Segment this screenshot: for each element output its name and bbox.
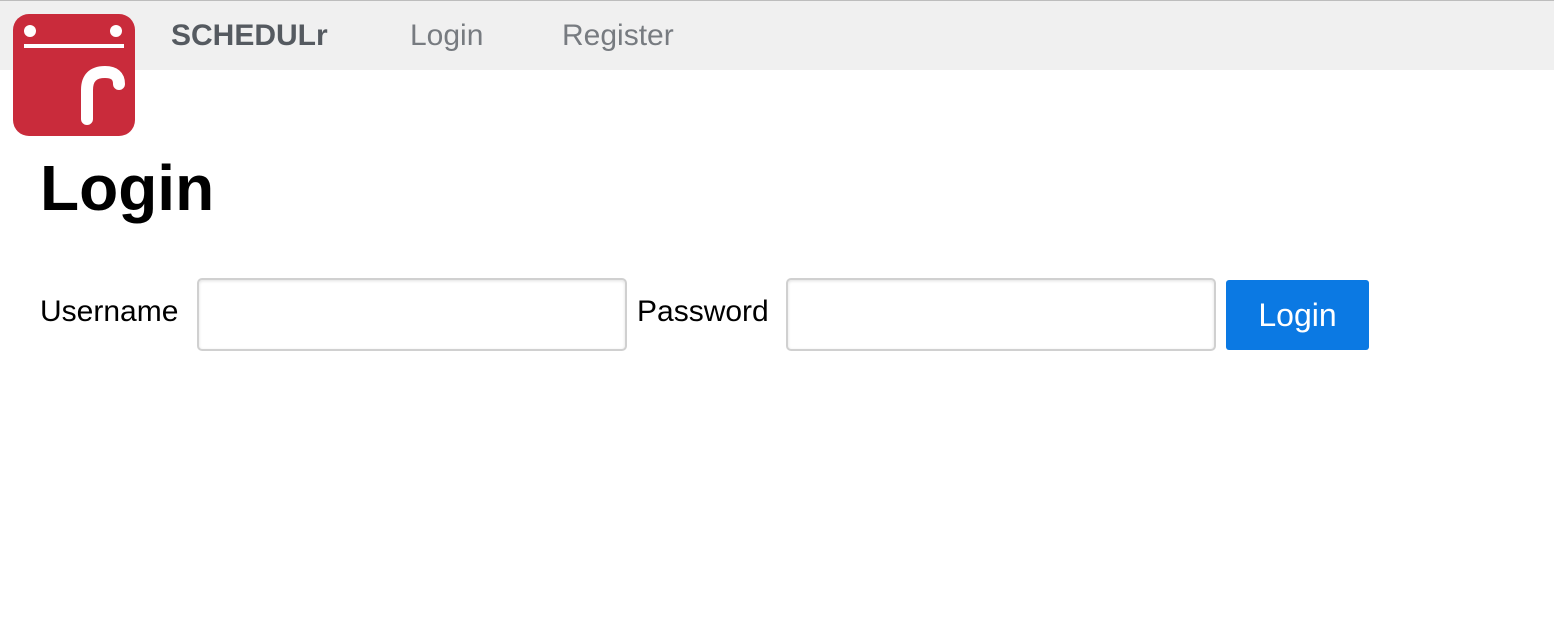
password-label: Password xyxy=(637,295,769,328)
nav-link-register[interactable]: Register xyxy=(562,18,674,54)
password-input[interactable] xyxy=(786,278,1216,351)
username-label: Username xyxy=(40,295,179,328)
calendar-r-logo-icon[interactable] xyxy=(13,14,135,136)
nav-link-login[interactable]: Login xyxy=(410,18,483,54)
brand-link[interactable]: SCHEDULr xyxy=(171,18,328,54)
top-navbar: SCHEDULr Login Register xyxy=(0,0,1554,70)
page-title: Login xyxy=(40,152,215,224)
username-input[interactable] xyxy=(197,278,627,351)
login-button[interactable]: Login xyxy=(1226,280,1369,350)
